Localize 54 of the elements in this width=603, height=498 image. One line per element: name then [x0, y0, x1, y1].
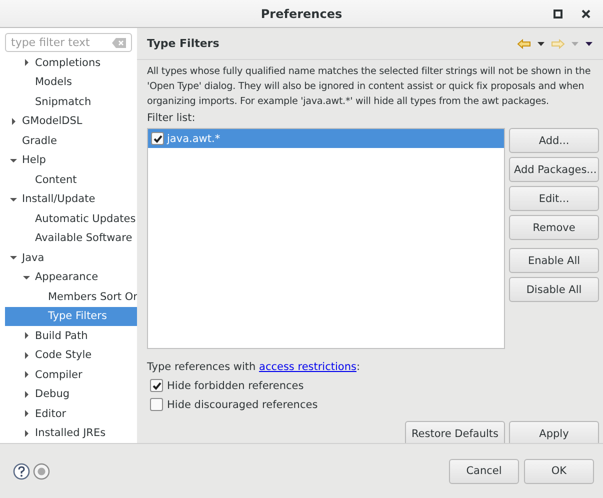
collapsed-arrow-icon[interactable]: [22, 428, 31, 438]
access-text: Type references with access restrictions:: [147, 361, 362, 373]
tree-item[interactable]: Gradle: [5, 131, 137, 150]
tree-item[interactable]: Help: [5, 150, 137, 170]
close-icon[interactable]: [581, 8, 591, 18]
checkbox[interactable]: [151, 132, 164, 145]
side-button[interactable]: Remove: [509, 215, 599, 240]
tree-item[interactable]: Install/Update: [5, 190, 137, 209]
dialog-button[interactable]: OK: [524, 458, 594, 484]
tree-item[interactable]: Available Software: [5, 228, 137, 248]
description-text: All types whose fully qualified name matches the selected filter strings will not be shown in the 'Open Type' dialog. They will also be ignored in content assist or quick fix proposals and when organizing imports. For example 'java.awt.*' will hide all types from the awt packages.: [147, 65, 592, 109]
collapsed-arrow-icon[interactable]: [22, 370, 31, 380]
tree-item[interactable]: Models: [5, 72, 137, 92]
dropdown-icon[interactable]: [537, 40, 545, 46]
tree-item[interactable]: Content: [5, 170, 137, 190]
side-button[interactable]: Enable All: [509, 248, 599, 273]
tree-item[interactable]: Code Style: [5, 346, 137, 365]
filter-field[interactable]: type filter text: [5, 33, 132, 52]
tree-item[interactable]: Installed JREs: [5, 424, 137, 443]
tree-item[interactable]: Appearance: [5, 268, 137, 287]
side-button[interactable]: Edit...: [509, 186, 599, 211]
collapsed-arrow-icon[interactable]: [22, 409, 31, 418]
page-title: Type Filters: [147, 37, 220, 50]
collapsed-arrow-icon[interactable]: [22, 331, 31, 340]
dialog-button[interactable]: Cancel: [449, 458, 519, 484]
page-button[interactable]: Apply: [509, 421, 599, 443]
tree-item[interactable]: Debug: [5, 384, 137, 404]
collapsed-arrow-icon[interactable]: [9, 116, 18, 126]
tree-item[interactable]: GModelDSL: [5, 112, 137, 131]
filter-list-label: Filter list:: [147, 112, 196, 126]
tree-item[interactable]: Compiler: [5, 365, 137, 384]
help-icon[interactable]: [13, 462, 30, 480]
tree-item[interactable]: Build Path: [5, 326, 137, 346]
checkbox[interactable]: [150, 398, 163, 411]
side-button[interactable]: Add Packages...: [509, 157, 599, 182]
page-button[interactable]: Restore Defaults: [405, 421, 505, 443]
collapsed-arrow-icon[interactable]: [22, 58, 31, 68]
tree-item[interactable]: Completions: [5, 53, 137, 72]
option-checkbox[interactable]: Hide discouraged references: [150, 398, 318, 411]
tree-item[interactable]: Java: [5, 248, 137, 268]
option-checkbox[interactable]: Hide forbidden references: [150, 379, 304, 392]
menu-icon[interactable]: [585, 40, 593, 46]
tree-item[interactable]: Snipmatch: [5, 92, 137, 112]
checkbox[interactable]: [150, 379, 163, 392]
maximize-icon[interactable]: [553, 8, 563, 18]
side-button[interactable]: Disable All: [509, 277, 599, 302]
tree-item[interactable]: Automatic Updates: [5, 209, 137, 228]
collapsed-arrow-icon[interactable]: [22, 350, 31, 360]
collapsed-arrow-icon[interactable]: [22, 390, 31, 399]
window-title: Preferences: [260, 6, 344, 20]
access-restrictions-link[interactable]: access restrictions: [259, 361, 356, 373]
tree-item[interactable]: Editor: [5, 404, 137, 424]
side-button[interactable]: Add...: [509, 128, 599, 153]
expanded-arrow-icon[interactable]: [9, 253, 18, 262]
